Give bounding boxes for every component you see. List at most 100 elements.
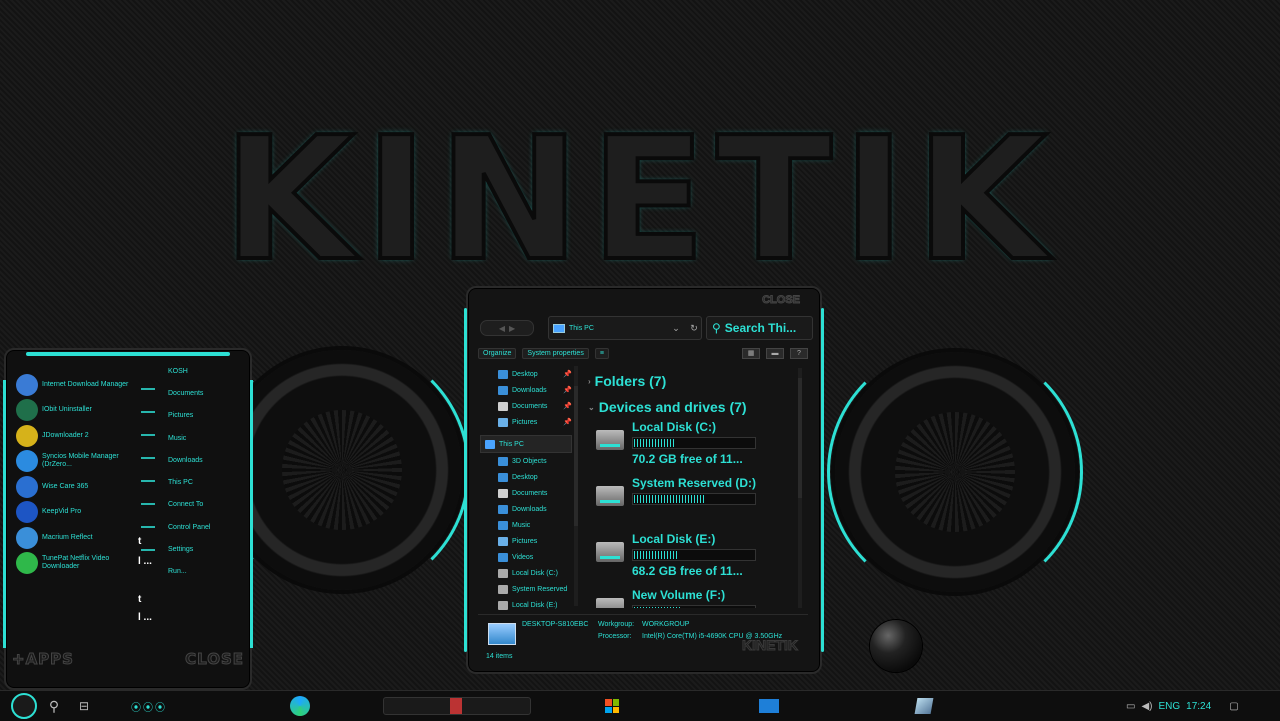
processor-label: Processor: <box>598 633 632 640</box>
search-icon[interactable]: ⚲ <box>44 691 64 721</box>
start-menu-footer: +APPS CLOSE <box>12 646 244 672</box>
help-icon[interactable]: ? <box>790 347 808 359</box>
nav-item[interactable]: Desktop 📌 <box>480 366 572 382</box>
wise-care-icon <box>16 475 38 498</box>
pin-icon[interactable]: 📌 <box>563 418 572 426</box>
details-pane: DESKTOP-S810EBC Workgroup: WORKGROUP Pro… <box>478 614 808 665</box>
nav-item[interactable]: Videos <box>480 549 572 565</box>
more-options-button[interactable]: ≡ <box>594 347 609 359</box>
search-input[interactable]: Search Thi... <box>725 321 796 335</box>
snipping-tool-button[interactable] <box>912 691 936 721</box>
hard-drive-icon <box>596 598 624 608</box>
refresh-icon[interactable]: ↻ <box>687 323 701 334</box>
start-place-item[interactable]: Connect To <box>168 494 248 516</box>
address-bar[interactable]: This PC ⌄ ↻ <box>548 316 702 340</box>
start-app-item[interactable]: Syncios Mobile Manager (DrZero... <box>16 449 134 475</box>
notifications-icon[interactable]: ▢ <box>1229 701 1238 712</box>
start-app-item[interactable]: Internet Download Manager <box>16 372 134 398</box>
drive-item[interactable]: Local Disk (C:) 70.2 GB free of 11... <box>596 420 794 476</box>
hard-drive-icon <box>596 430 624 450</box>
nav-item[interactable]: This PC <box>480 435 572 453</box>
folders-group[interactable]: › Folders (7) <box>588 368 794 394</box>
window-close-button[interactable]: CLOSE <box>762 294 801 307</box>
this-pc-icon <box>553 323 565 333</box>
navigation-scrollbar[interactable] <box>574 366 578 606</box>
folder-icon <box>498 552 508 562</box>
folder-icon <box>498 401 508 411</box>
back-icon[interactable]: ◀ <box>499 324 505 333</box>
volume-icon[interactable]: ◀) <box>1141 701 1152 712</box>
nav-item-label: This PC <box>499 440 524 448</box>
store-button[interactable] <box>602 691 622 721</box>
forward-icon[interactable]: ▶ <box>509 324 515 333</box>
pin-icon[interactable]: 📌 <box>563 402 572 410</box>
start-app-item[interactable]: JDownloader 2 <box>16 423 134 449</box>
all-apps-button[interactable]: +APPS <box>12 650 74 669</box>
app-icon <box>450 698 462 714</box>
wallpaper-logo: KINETIK <box>170 113 1110 287</box>
chevron-down-icon[interactable]: ⌄ <box>669 323 683 334</box>
nav-item[interactable]: Pictures 📌 <box>480 414 572 430</box>
start-place-item[interactable]: Settings <box>168 538 248 560</box>
start-place-item[interactable]: Music <box>168 427 248 449</box>
task-view-icon[interactable]: ⊟ <box>74 691 94 721</box>
iobit-uninstaller-icon <box>16 399 38 422</box>
nav-item[interactable]: Pictures <box>480 533 572 549</box>
folder-icon <box>498 504 508 514</box>
start-place-item[interactable]: Pictures <box>168 405 248 427</box>
nav-item[interactable]: Local Disk (C:) <box>480 565 572 581</box>
running-app-button[interactable] <box>382 691 532 721</box>
mail-button[interactable] <box>756 691 782 721</box>
drive-item[interactable]: Local Disk (E:) 68.2 GB free of 11... <box>596 532 794 588</box>
nav-item[interactable]: Downloads 📌 <box>480 382 572 398</box>
edge-browser-button[interactable] <box>288 691 312 721</box>
organize-button[interactable]: Organize <box>478 347 517 359</box>
language-indicator[interactable]: ENG <box>1158 701 1180 712</box>
search-box[interactable]: ⚲ Search Thi... <box>706 316 813 340</box>
folder-icon <box>498 417 508 427</box>
drive-item[interactable]: System Reserved (D:) <box>596 476 794 532</box>
start-place-item[interactable]: Documents <box>168 382 248 404</box>
pin-icon[interactable]: 📌 <box>563 370 572 378</box>
start-place-item[interactable]: This PC <box>168 471 248 493</box>
start-app-item[interactable]: Wise Care 365 <box>16 474 134 500</box>
drive-usage-bar <box>632 605 756 608</box>
nav-item[interactable]: System Reserved <box>480 581 572 597</box>
nav-item[interactable]: Music <box>480 517 572 533</box>
nav-item[interactable]: Local Disk (E:) <box>480 597 572 613</box>
content-pane: › Folders (7) ⌄ Devices and drives (7) Loc… <box>588 368 794 608</box>
nav-item[interactable]: Documents 📌 <box>480 398 572 414</box>
window-brand: KINETIK <box>742 637 799 654</box>
start-place-item[interactable]: Run... <box>168 561 248 583</box>
keepvid-icon <box>16 501 38 524</box>
partial-text: t <box>138 594 142 605</box>
workgroup-value: WORKGROUP <box>642 621 690 628</box>
start-place-item[interactable]: Control Panel <box>168 516 248 538</box>
start-app-item[interactable]: KeepVid Pro <box>16 500 134 526</box>
start-app-item[interactable]: Macrium Reflect <box>16 525 134 551</box>
content-scrollbar[interactable] <box>798 368 802 608</box>
system-properties-button[interactable]: System properties <box>522 347 589 359</box>
back-forward-buttons[interactable]: ◀ ▶ <box>480 320 534 336</box>
start-button[interactable] <box>10 691 38 721</box>
view-options-icon[interactable]: ▦ <box>742 347 760 359</box>
close-button[interactable]: CLOSE <box>185 650 244 669</box>
start-place-item[interactable]: Downloads <box>168 449 248 471</box>
pin-icon[interactable]: 📌 <box>563 386 572 394</box>
syncios-icon <box>16 450 38 473</box>
start-app-item[interactable]: IObit Uninstaller <box>16 398 134 424</box>
start-app-item[interactable]: TunePat Netflix Video Downloader <box>16 551 134 577</box>
nav-item[interactable]: Desktop <box>480 469 572 485</box>
preview-pane-icon[interactable]: ▬ <box>766 347 784 359</box>
network-icon[interactable]: ▭ <box>1126 701 1135 712</box>
clock[interactable]: 17:24 <box>1186 701 1211 712</box>
nav-item[interactable]: Documents <box>480 485 572 501</box>
navigation-pane: Desktop 📌 Downloads 📌 Documents 📌 Pictures 📌 Thi… <box>480 366 572 610</box>
nav-item[interactable]: 3D Objects <box>480 453 572 469</box>
taskbar: ⚲ ⊟ ⦿⦿⦿ ▭ ◀) ENG 17:24 ▢ <box>0 690 1280 721</box>
drive-item[interactable]: New Volume (F:) <box>596 588 794 608</box>
nav-item[interactable]: Downloads <box>480 501 572 517</box>
devices-group[interactable]: ⌄ Devices and drives (7) <box>588 394 794 420</box>
start-place-item[interactable]: KOSH <box>168 360 248 382</box>
drive-usage-bar <box>632 437 756 449</box>
